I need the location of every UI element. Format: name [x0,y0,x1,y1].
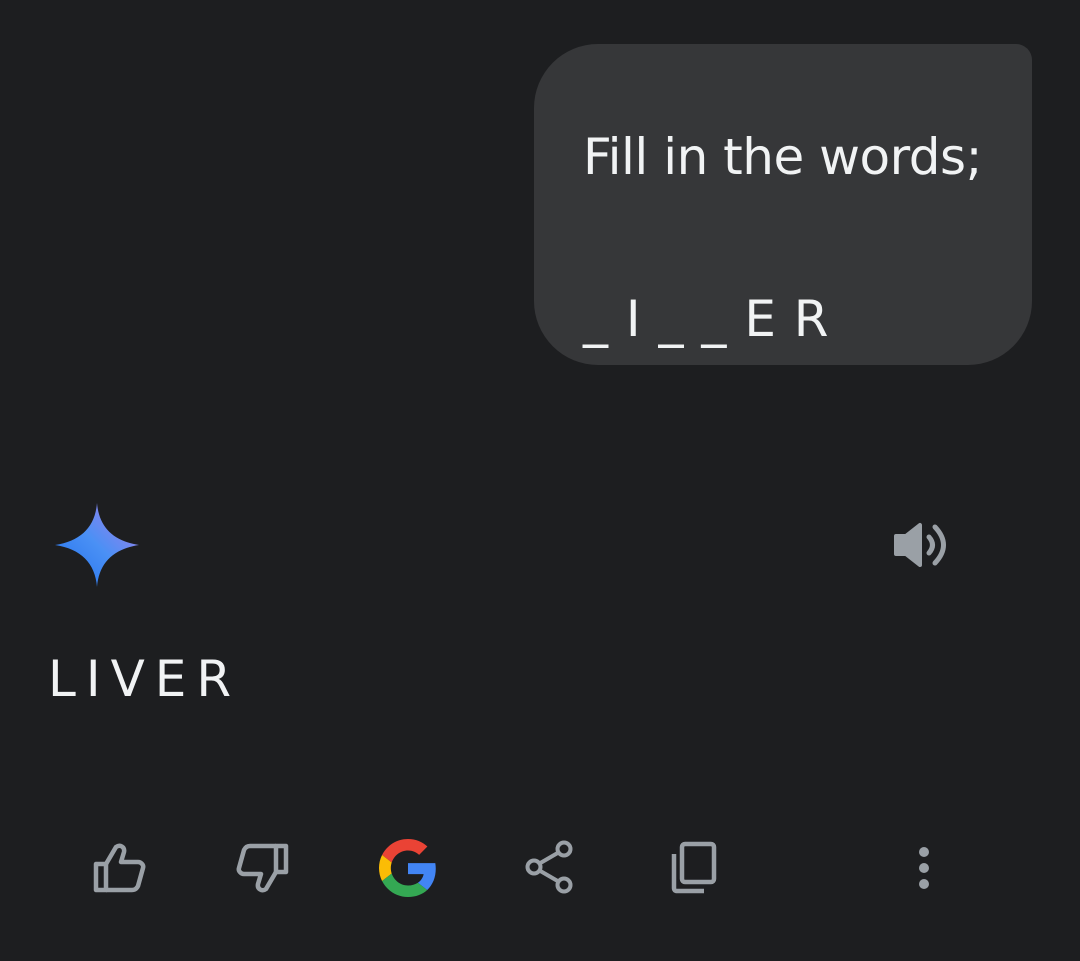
thumbs-down-button[interactable] [232,838,292,898]
volume-icon [894,523,946,567]
user-message-puzzle: _ I _ _ E R [583,290,830,348]
thumbs-up-icon [93,843,146,893]
copy-icon [671,841,717,894]
google-g-icon [379,839,436,897]
share-button[interactable] [520,838,580,898]
chat-screen: Fill in the words; _ I _ _ E R LIVER [0,0,1080,961]
share-icon [525,840,573,894]
user-message-text: Fill in the words; [583,128,982,186]
thumbs-down-icon [236,843,289,893]
more-options-button[interactable] [894,838,954,898]
google-search-button[interactable] [378,838,438,898]
gemini-sparkle-icon [55,503,139,587]
response-text: LIVER [48,650,242,708]
thumbs-up-button[interactable] [90,838,150,898]
copy-button[interactable] [664,838,724,898]
read-aloud-button[interactable] [890,515,954,575]
more-vert-icon [919,847,929,889]
user-message-bubble: Fill in the words; _ I _ _ E R [534,44,1032,365]
